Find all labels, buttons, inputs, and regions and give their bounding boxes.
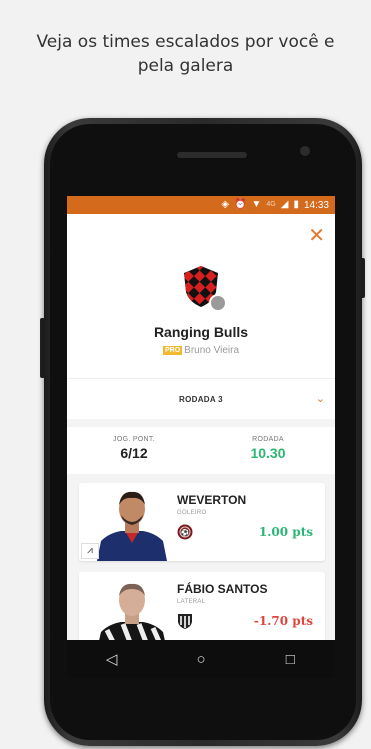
speaker-grille	[177, 152, 247, 158]
front-camera	[300, 146, 310, 156]
players-scored-label: JOG. PONT.	[113, 436, 155, 443]
status-time: 14:33	[303, 199, 329, 211]
home-icon[interactable]: ○	[181, 651, 221, 668]
round-selector[interactable]: RODADA 3	[67, 379, 335, 419]
avatar	[209, 294, 227, 312]
round-score-value: 10.30	[250, 445, 286, 461]
player-position: LATERAL	[177, 599, 206, 605]
player-photo	[97, 491, 167, 561]
players-scored-value: 6/12	[120, 445, 148, 461]
wifi-icon: ▼	[251, 199, 262, 210]
player-photo	[99, 583, 165, 640]
round-selector-label: RODADA 3	[179, 394, 223, 404]
player-card[interactable]: FÁBIO SANTOS LATERAL -1.70 pts	[79, 572, 325, 640]
headline: Veja os times escalados por você e pela …	[0, 30, 371, 78]
player-card[interactable]: ⩘ WEVERTON GOLEIRO ⚽ 1.00 pts	[79, 483, 325, 561]
player-points: -1.70 pts	[253, 614, 313, 628]
chevron-down-icon[interactable]: ⌄	[316, 392, 325, 405]
player-name: FÁBIO SANTOS	[177, 582, 268, 596]
owner-name: Bruno Vieira	[184, 345, 240, 356]
team-owner: PRO Bruno Vieira	[67, 345, 335, 356]
team-name: Ranging Bulls	[153, 324, 249, 340]
battery-icon: ▮	[293, 199, 299, 210]
headline-line-2: pela galera	[137, 56, 234, 76]
club-badge-icon	[178, 614, 192, 629]
round-score-stat: RODADA 10.30	[201, 436, 335, 461]
app-screen: ◈ ⏰ ▼ 4G ◢ ▮ 14:33 ✕ Ranging Bulls PRO B…	[67, 196, 335, 640]
stats-chart-icon[interactable]: ⩘	[81, 543, 99, 559]
player-points: 1.00 pts	[258, 525, 313, 539]
players-scored-stat: JOG. PONT. 6/12	[67, 436, 201, 461]
svg-text:⚽: ⚽	[180, 528, 190, 537]
player-name: WEVERTON	[177, 493, 247, 507]
divider	[67, 419, 335, 427]
round-score-label: RODADA	[252, 436, 284, 443]
back-icon[interactable]: ◁	[92, 650, 132, 668]
alarm-icon: ⏰	[234, 199, 247, 210]
recents-icon[interactable]: □	[270, 651, 310, 668]
club-badge-icon: ⚽	[177, 524, 193, 540]
signal-icon: ◢	[280, 199, 289, 210]
pro-badge: PRO	[162, 346, 183, 355]
vibrate-icon: ◈	[221, 199, 230, 210]
player-position: GOLEIRO	[177, 510, 207, 516]
android-nav-bar: ◁ ○ □	[67, 640, 335, 678]
network-type: 4G	[266, 201, 276, 208]
status-bar: ◈ ⏰ ▼ 4G ◢ ▮ 14:33	[67, 196, 335, 214]
headline-line-1: Veja os times escalados por você e	[36, 32, 335, 52]
close-icon[interactable]: ✕	[308, 226, 325, 246]
